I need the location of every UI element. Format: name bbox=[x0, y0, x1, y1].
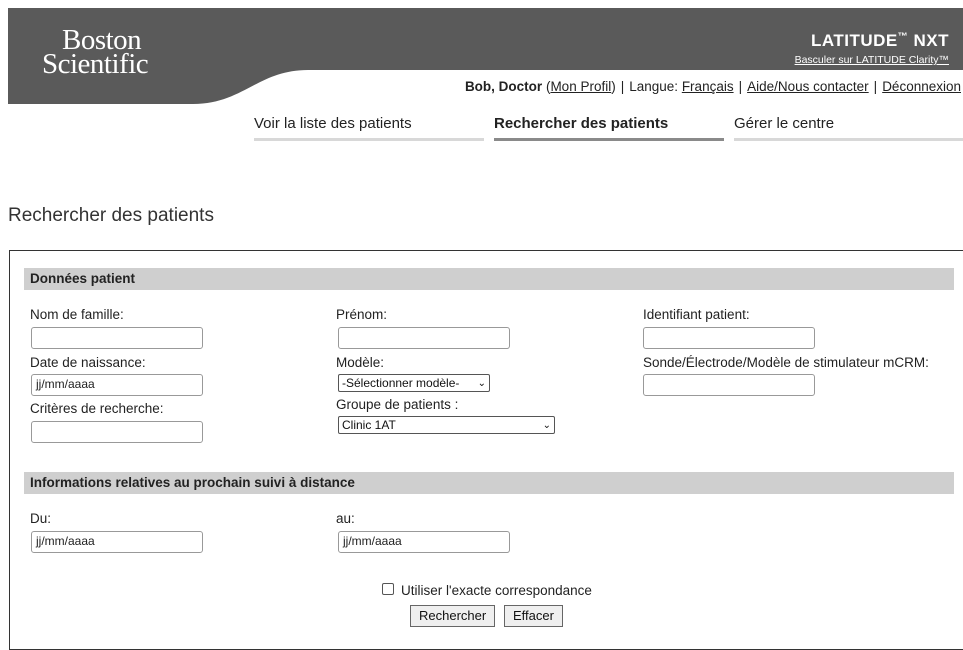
product-name: LATITUDE™ NXT bbox=[795, 31, 949, 51]
last-name-label: Nom de famille: bbox=[30, 307, 124, 322]
search-criteria-label: Critères de recherche: bbox=[30, 401, 164, 416]
tab-search-patients-underline bbox=[494, 138, 724, 141]
product-suffix: NXT bbox=[908, 31, 949, 50]
trademark: ™ bbox=[897, 31, 909, 43]
exact-match-checkbox[interactable] bbox=[382, 583, 394, 595]
separator: | bbox=[873, 79, 878, 94]
tab-manage-clinic-underline bbox=[734, 138, 963, 141]
lead-model-input[interactable] bbox=[643, 374, 815, 396]
chevron-down-icon: ⌄ bbox=[542, 419, 551, 431]
dob-input[interactable]: jj/mm/aaaa bbox=[31, 374, 203, 396]
patient-id-label: Identifiant patient: bbox=[643, 307, 750, 322]
model-select[interactable]: -Sélectionner modèle- ⌄ bbox=[338, 374, 490, 392]
page-title: Rechercher des patients bbox=[8, 205, 214, 226]
patient-data-section-header: Données patient bbox=[24, 268, 954, 290]
tab-search-patients[interactable]: Rechercher des patients bbox=[494, 115, 668, 132]
last-name-input[interactable] bbox=[31, 327, 203, 349]
to-date-input[interactable]: jj/mm/aaaa bbox=[338, 531, 510, 553]
clear-button[interactable]: Effacer bbox=[504, 605, 563, 627]
product-name-text: LATITUDE bbox=[810, 31, 898, 50]
search-criteria-input[interactable] bbox=[31, 421, 203, 443]
help-contact-link[interactable]: Aide/Nous contacter bbox=[747, 79, 869, 94]
language-label: Langue: bbox=[629, 79, 679, 94]
user-name: Bob, Doctor bbox=[464, 79, 543, 94]
chevron-down-icon: ⌄ bbox=[477, 377, 486, 389]
exact-match-label: Utiliser l'exacte correspondance bbox=[401, 583, 592, 598]
user-bar: Bob, Doctor (Mon Profil) | Langue: Françai… bbox=[464, 79, 961, 94]
lead-model-label: Sonde/Électrode/Modèle de stimulateur mC… bbox=[643, 355, 929, 370]
boston-scientific-logo: Boston Scientific bbox=[42, 26, 149, 80]
product-branding: LATITUDE™ NXT Basculer sur LATITUDE Clar… bbox=[795, 31, 949, 66]
dob-label: Date de naissance: bbox=[30, 355, 146, 370]
language-link[interactable]: Français bbox=[682, 79, 734, 94]
search-button[interactable]: Rechercher bbox=[410, 605, 496, 627]
from-date-input[interactable]: jj/mm/aaaa bbox=[31, 531, 203, 553]
patient-group-label: Groupe de patients : bbox=[336, 397, 459, 412]
tab-patient-list[interactable]: Voir la liste des patients bbox=[254, 115, 412, 132]
first-name-input[interactable] bbox=[338, 327, 510, 349]
to-date-label: au: bbox=[336, 511, 355, 526]
logout-link[interactable]: Déconnexion bbox=[882, 79, 961, 94]
tab-manage-clinic[interactable]: Gérer le centre bbox=[734, 115, 834, 132]
patient-group-select[interactable]: Clinic 1AT ⌄ bbox=[338, 416, 555, 434]
first-name-label: Prénom: bbox=[336, 307, 388, 322]
separator: | bbox=[738, 79, 743, 94]
patient-group-select-value: Clinic 1AT bbox=[342, 418, 396, 432]
tab-patient-list-underline bbox=[254, 138, 484, 141]
my-profile-link[interactable]: Mon Profil bbox=[550, 79, 611, 94]
model-select-value: -Sélectionner modèle- bbox=[342, 376, 460, 390]
model-label: Modèle: bbox=[336, 355, 385, 370]
patient-id-input[interactable] bbox=[643, 327, 815, 349]
followup-section-header: Informations relatives au prochain suivi… bbox=[24, 472, 954, 494]
from-date-label: Du: bbox=[30, 511, 52, 526]
switch-to-clarity-link[interactable]: Basculer sur LATITUDE Clarity™ bbox=[795, 54, 949, 66]
separator: | bbox=[620, 79, 625, 94]
logo-line-2: Scientific bbox=[42, 48, 149, 80]
